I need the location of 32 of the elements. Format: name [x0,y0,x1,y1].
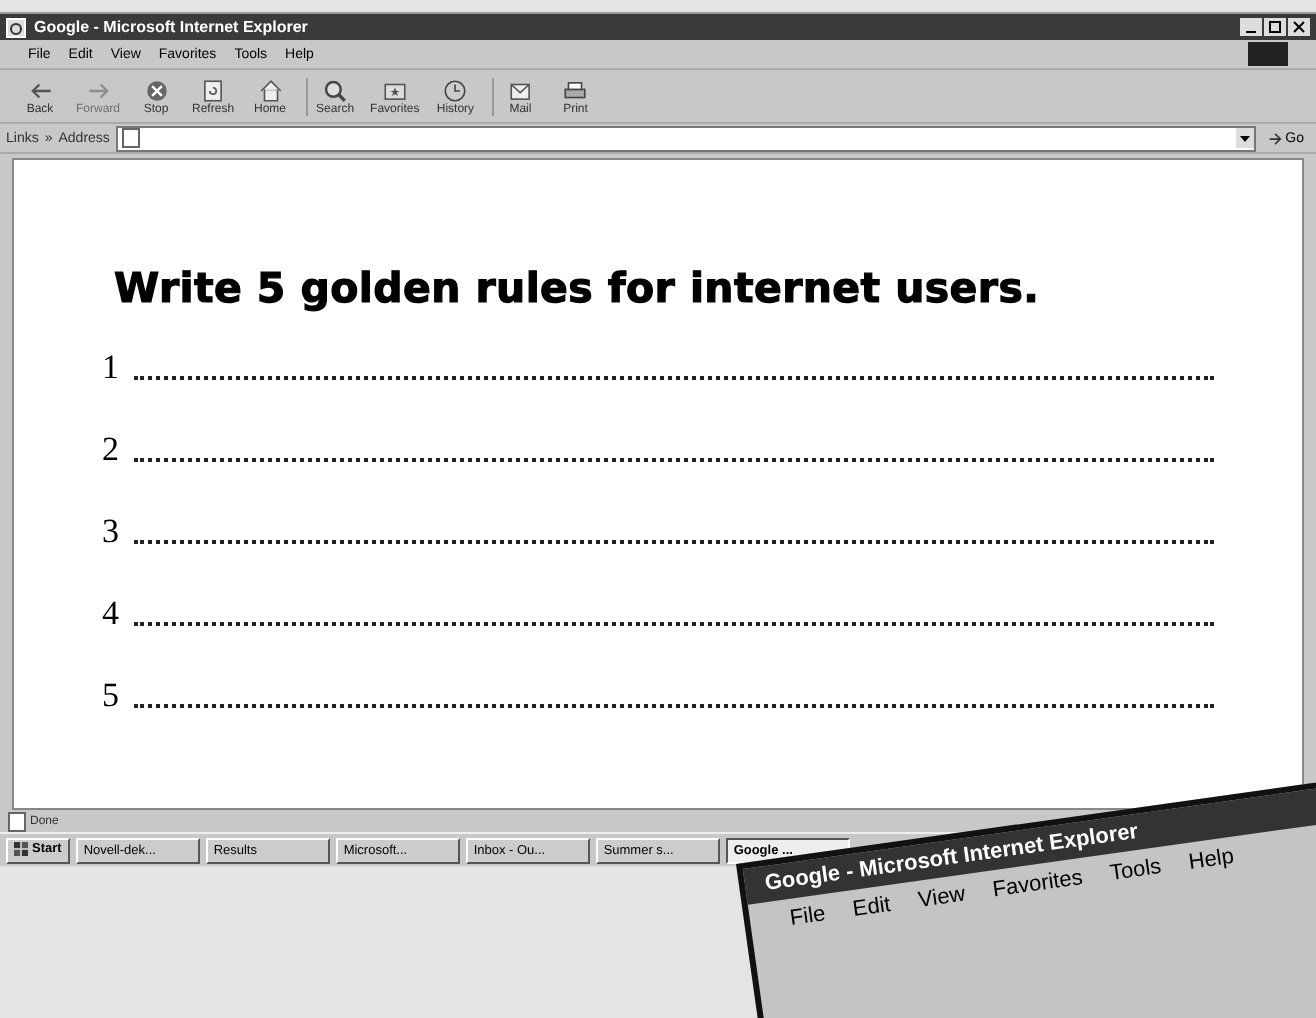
rule-number: 1 [102,348,121,388]
windows-logo-icon [14,842,28,857]
page-icon [121,128,140,148]
menu-item[interactable]: Favorites [991,866,1085,903]
fill-in-line[interactable] [134,374,1214,380]
stop-icon [143,77,170,103]
throbber-logo [1248,42,1288,66]
menu-item[interactable]: Edit [851,893,893,923]
clock-icon [442,77,469,103]
menu-item[interactable]: Tools [1108,855,1163,886]
address-field[interactable] [115,125,1256,151]
worksheet-heading: Write 5 golden rules for internet users. [114,264,1042,312]
printer-icon [562,77,589,103]
arrow-icon [1267,131,1282,145]
rule-number: 3 [102,512,121,552]
fill-in-line[interactable] [134,702,1214,708]
house-icon [257,77,284,103]
rule-number: 2 [102,430,121,470]
rule-number: 4 [102,594,121,634]
minimize-button[interactable] [1240,18,1262,36]
maximize-button[interactable] [1264,18,1286,36]
close-button[interactable] [1288,18,1310,36]
search-icon [322,77,349,103]
menu-item[interactable]: File [788,902,827,931]
menu-item[interactable]: Help [1187,844,1236,875]
menu-item[interactable]: View [916,882,967,913]
refresh-icon [200,77,227,103]
window-title: Google - Microsoft Internet Explorer [34,18,310,36]
fill-in-line[interactable] [134,620,1214,626]
fill-in-line[interactable] [134,538,1214,544]
rule-number: 5 [102,676,121,716]
fill-in-line[interactable] [134,456,1214,462]
